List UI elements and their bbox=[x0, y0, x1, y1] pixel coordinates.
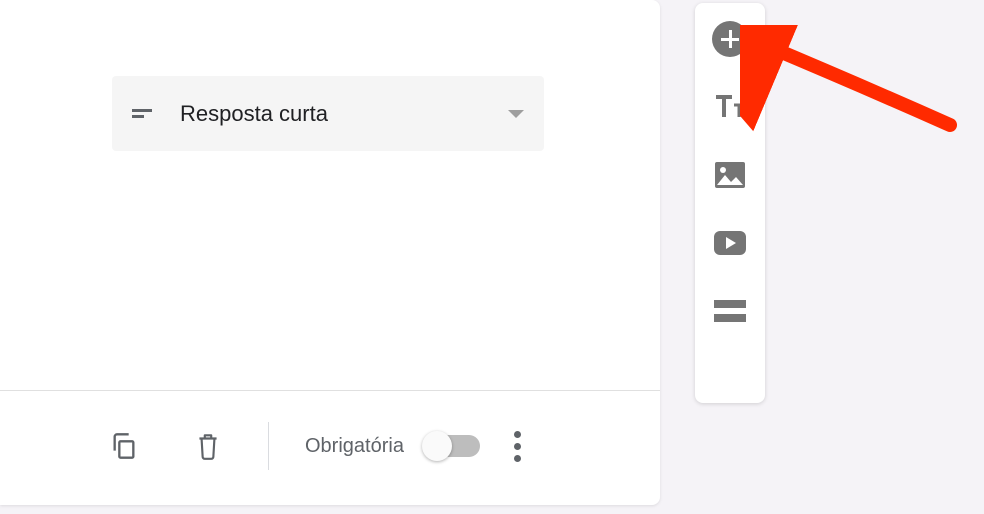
image-icon bbox=[714, 161, 746, 189]
question-type-label: Resposta curta bbox=[180, 101, 508, 127]
dot-icon bbox=[514, 455, 521, 462]
section-icon bbox=[714, 298, 746, 324]
question-type-dropdown[interactable]: Resposta curta bbox=[112, 76, 544, 151]
divider-vertical bbox=[268, 422, 269, 470]
add-section-button[interactable] bbox=[712, 293, 748, 329]
chevron-down-icon bbox=[508, 110, 524, 118]
duplicate-button[interactable] bbox=[100, 422, 148, 470]
video-icon bbox=[713, 230, 747, 256]
add-question-button[interactable] bbox=[712, 21, 748, 57]
annotation-arrow bbox=[740, 25, 970, 145]
required-label: Obrigatória bbox=[305, 435, 404, 458]
more-options-button[interactable] bbox=[510, 421, 525, 472]
short-answer-icon bbox=[132, 102, 156, 126]
text-icon bbox=[714, 93, 746, 121]
delete-button[interactable] bbox=[184, 422, 232, 470]
plus-circle-icon bbox=[712, 21, 748, 57]
add-video-button[interactable] bbox=[712, 225, 748, 261]
add-title-button[interactable] bbox=[712, 89, 748, 125]
question-card: Resposta curta Obrigatória bbox=[0, 0, 660, 505]
dot-icon bbox=[514, 443, 521, 450]
toggle-knob bbox=[422, 431, 452, 461]
add-image-button[interactable] bbox=[712, 157, 748, 193]
copy-icon bbox=[110, 432, 138, 460]
question-footer: Obrigatória bbox=[0, 391, 660, 501]
required-toggle[interactable] bbox=[424, 435, 480, 457]
trash-icon bbox=[195, 431, 221, 461]
dot-icon bbox=[514, 431, 521, 438]
floating-toolbar bbox=[695, 3, 765, 403]
